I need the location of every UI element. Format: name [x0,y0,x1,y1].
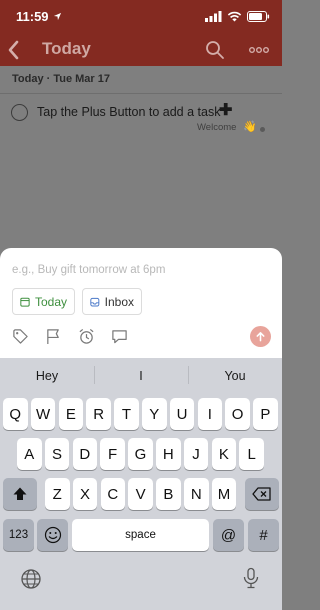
due-date-chip-today[interactable]: Today [12,288,75,315]
date-header: Today · Tue Mar 17 [0,66,282,94]
task-row[interactable]: Tap the Plus Button to add a task ✚ Welc… [0,102,282,142]
key-o[interactable]: O [225,398,250,430]
key-b[interactable]: B [156,478,181,510]
comment-icon[interactable] [111,328,128,345]
back-chevron-icon[interactable] [4,37,24,63]
key-x[interactable]: X [72,478,98,510]
key-d[interactable]: D [72,438,98,470]
key-v[interactable]: V [128,478,153,510]
hash-key[interactable]: # [248,519,279,551]
waving-hand-icon: 👋 [243,121,257,133]
priority-flag-icon[interactable] [45,328,62,345]
project-chip-inbox[interactable]: Inbox [82,288,142,315]
numbers-key[interactable]: 123 [3,519,34,551]
key-l[interactable]: L [239,438,264,470]
task-text: Tap the Plus Button to add a task [37,105,221,119]
key-h[interactable]: H [156,438,181,470]
key-m[interactable]: M [211,478,237,510]
key-p[interactable]: P [253,398,278,430]
backspace-icon [252,487,271,501]
key-j[interactable]: J [183,438,209,470]
key-f[interactable]: F [100,438,125,470]
suggestion-1[interactable]: Hey [0,369,94,383]
key-w[interactable]: W [30,398,56,430]
key-i[interactable]: I [197,398,223,430]
chip-inbox-label: Inbox [104,294,134,309]
label-tag-icon[interactable] [12,328,29,345]
submit-task-button[interactable] [250,326,271,347]
project-color-dot [260,127,265,132]
keyboard: Hey I You QWERTYUIOPASDFGHJKLZXCVBNM 123… [0,358,282,610]
key-e[interactable]: E [58,398,84,430]
location-arrow-icon [53,12,62,21]
status-bar: 11:59 [0,0,282,34]
quick-add-toolbar [12,328,128,345]
task-input-placeholder[interactable]: e.g., Buy gift tomorrow at 6pm [12,264,165,276]
suggestion-3[interactable]: You [188,369,282,383]
key-u[interactable]: U [169,398,195,430]
key-g[interactable]: G [128,438,153,470]
key-a[interactable]: A [17,438,42,470]
cellular-signal-icon [205,11,222,22]
key-n[interactable]: N [184,478,209,510]
key-q[interactable]: Q [3,398,28,430]
battery-icon [247,11,270,22]
key-c[interactable]: C [100,478,126,510]
more-options-icon[interactable] [248,42,270,58]
task-checkbox[interactable] [11,104,28,121]
status-time: 11:59 [16,9,49,24]
shift-arrow-icon [13,487,27,500]
emoji-smiley-icon [44,526,61,544]
page-title: Today [42,39,91,58]
calendar-icon [20,297,30,307]
space-key[interactable]: space [72,519,209,551]
task-project-label: Welcome [197,122,237,133]
plus-icon: ✚ [219,102,233,119]
wifi-icon [227,11,242,22]
status-icons [205,11,270,22]
key-t[interactable]: T [114,398,139,430]
quick-add-panel: e.g., Buy gift tomorrow at 6pm Today Inb… [0,248,282,358]
task-list-area: Today · Tue Mar 17 Tap the Plus Button t… [0,66,282,248]
reminder-alarm-icon[interactable] [78,328,95,345]
microphone-icon[interactable] [240,567,262,589]
at-key[interactable]: @ [213,519,244,551]
search-icon[interactable] [205,40,225,60]
globe-icon[interactable] [20,568,42,590]
shift-key[interactable] [3,478,37,510]
key-s[interactable]: S [44,438,70,470]
suggestion-bar: Hey I You [0,358,282,394]
backspace-key[interactable] [245,478,279,510]
inbox-icon [90,297,100,306]
key-z[interactable]: Z [45,478,70,510]
key-y[interactable]: Y [142,398,167,430]
key-k[interactable]: K [211,438,237,470]
suggestion-2[interactable]: I [94,369,188,383]
key-r[interactable]: R [86,398,111,430]
nav-bar: Today [0,34,282,66]
emoji-key[interactable] [37,519,68,551]
arrow-up-icon [256,332,265,342]
chip-today-label: Today [34,294,67,309]
